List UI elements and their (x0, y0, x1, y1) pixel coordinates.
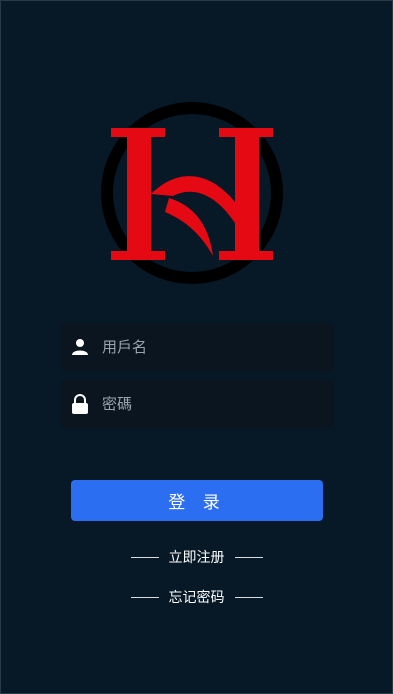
user-icon (60, 338, 100, 356)
register-link-row: 立即注册 (1, 547, 392, 567)
divider-line (234, 556, 263, 558)
lock-icon (60, 394, 100, 414)
password-input[interactable] (100, 394, 314, 414)
password-field[interactable] (60, 380, 334, 428)
register-link[interactable]: 立即注册 (169, 547, 225, 567)
forgot-password-row: 忘记密码 (1, 587, 392, 607)
login-screen: 登 录 立即注册 忘记密码 (0, 0, 393, 694)
h-logo (97, 98, 287, 288)
forgot-password-link[interactable]: 忘记密码 (169, 587, 225, 607)
username-input[interactable] (100, 337, 314, 357)
divider-line (130, 596, 159, 598)
username-field[interactable] (60, 323, 334, 371)
divider-line (234, 596, 263, 598)
divider-line (130, 556, 159, 558)
login-button[interactable]: 登 录 (71, 480, 323, 521)
